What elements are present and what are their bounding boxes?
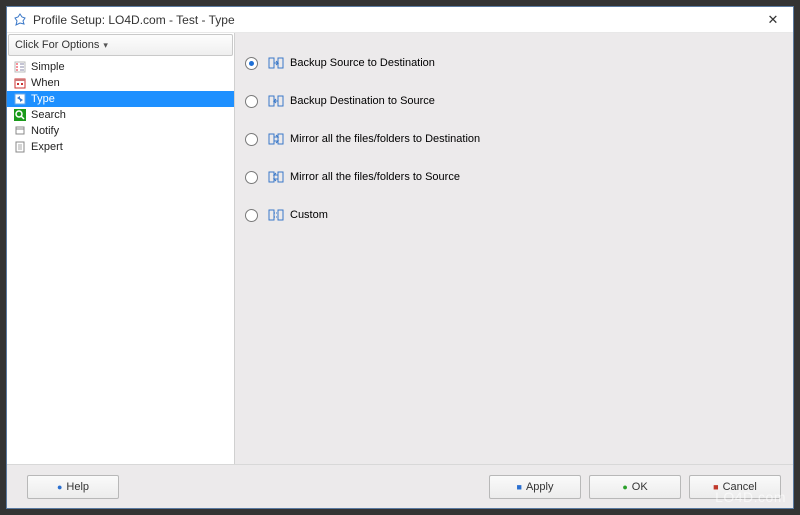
help-icon: ●	[57, 482, 62, 492]
option-label: Backup Source to Destination	[290, 57, 435, 69]
sync-icon	[13, 92, 27, 106]
custom-sync-icon	[268, 207, 284, 223]
ok-icon: ●	[622, 482, 627, 492]
sidebar-item-search[interactable]: Search	[7, 107, 234, 123]
mirror-right-icon	[268, 131, 284, 147]
option-row: Backup Destination to Source	[245, 89, 783, 113]
window-frame: Profile Setup: LO4D.com - Test - Type ✕ …	[6, 6, 794, 509]
sidebar-item-notify[interactable]: Notify	[7, 123, 234, 139]
button-label: Help	[66, 481, 89, 493]
radio-mirror-to-src[interactable]	[245, 171, 258, 184]
sidebar-item-simple[interactable]: Simple	[7, 59, 234, 75]
sidebar-item-expert[interactable]: Expert	[7, 139, 234, 155]
close-button[interactable]: ✕	[759, 12, 787, 28]
sidebar-item-label: Simple	[31, 61, 65, 73]
options-dropdown-label: Click For Options	[15, 39, 99, 51]
option-row: Mirror all the files/folders to Destinat…	[245, 127, 783, 151]
sidebar-item-when[interactable]: When	[7, 75, 234, 91]
sidebar-item-label: Notify	[31, 125, 59, 137]
mirror-left-icon	[268, 169, 284, 185]
apply-icon: ■	[517, 482, 522, 492]
sidebar: Click For Options ▾ Simple When Type	[7, 33, 235, 464]
checklist-icon	[13, 60, 27, 74]
titlebar: Profile Setup: LO4D.com - Test - Type ✕	[7, 7, 793, 33]
window-title: Profile Setup: LO4D.com - Test - Type	[33, 13, 759, 27]
option-row: Custom	[245, 203, 783, 227]
app-icon	[13, 13, 27, 27]
footer: ● Help ■ Apply ● OK ■ Cancel	[7, 464, 793, 508]
ok-button[interactable]: ● OK	[589, 475, 681, 499]
main-panel: Backup Source to Destination Backup Dest…	[235, 33, 793, 464]
notify-icon	[13, 124, 27, 138]
sidebar-item-type[interactable]: Type	[7, 91, 234, 107]
content-area: Click For Options ▾ Simple When Type	[7, 33, 793, 464]
sync-left-icon	[268, 93, 284, 109]
radio-backup-dest-src[interactable]	[245, 95, 258, 108]
option-label: Custom	[290, 209, 328, 221]
sidebar-item-label: When	[31, 77, 60, 89]
apply-button[interactable]: ■ Apply	[489, 475, 581, 499]
help-button[interactable]: ● Help	[27, 475, 119, 499]
option-row: Backup Source to Destination	[245, 51, 783, 75]
button-label: OK	[632, 481, 648, 493]
radio-custom[interactable]	[245, 209, 258, 222]
option-label: Mirror all the files/folders to Destinat…	[290, 133, 480, 145]
radio-backup-src-dest[interactable]	[245, 57, 258, 70]
option-row: Mirror all the files/folders to Source	[245, 165, 783, 189]
sync-right-icon	[268, 55, 284, 71]
option-label: Backup Destination to Source	[290, 95, 435, 107]
calendar-icon	[13, 76, 27, 90]
option-label: Mirror all the files/folders to Source	[290, 171, 460, 183]
document-icon	[13, 140, 27, 154]
chevron-down-icon: ▾	[103, 40, 108, 51]
sidebar-item-label: Expert	[31, 141, 63, 153]
search-icon	[13, 108, 27, 122]
options-dropdown[interactable]: Click For Options ▾	[8, 34, 233, 56]
watermark: LO4D.com	[715, 489, 786, 505]
sidebar-item-label: Search	[31, 109, 66, 121]
sidebar-item-label: Type	[31, 93, 55, 105]
button-label: Apply	[526, 481, 554, 493]
nav-tree: Simple When Type Search Notify	[7, 57, 234, 464]
radio-mirror-to-dest[interactable]	[245, 133, 258, 146]
